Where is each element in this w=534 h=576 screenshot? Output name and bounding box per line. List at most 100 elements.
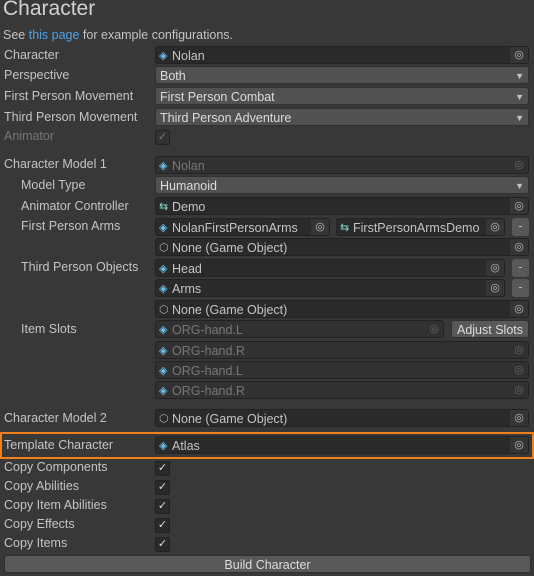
field-value: ORG-hand.L bbox=[172, 364, 243, 378]
template-character-field[interactable]: ◈ Atlas ◎ bbox=[155, 436, 529, 454]
gameobject-icon: ⬡ bbox=[159, 413, 169, 425]
character-label: Character bbox=[4, 48, 59, 62]
field-value: Demo bbox=[172, 200, 206, 214]
field-value: None (Game Object) bbox=[172, 241, 288, 255]
animator-label: Animator bbox=[4, 129, 55, 143]
dropdown-value: Third Person Adventure bbox=[160, 111, 292, 125]
field-value: None (Game Object) bbox=[172, 303, 288, 317]
field-value: Nolan bbox=[172, 159, 205, 173]
copy-abilities-checkbox[interactable]: ✓ bbox=[155, 480, 170, 495]
copy-item-abilities-label: Copy Item Abilities bbox=[4, 498, 107, 512]
fp-movement-label: First Person Movement bbox=[4, 89, 134, 103]
remove-button[interactable]: - bbox=[512, 279, 529, 297]
field-value: ORG-hand.R bbox=[172, 384, 245, 398]
anim-controller-label: Animator Controller bbox=[21, 199, 129, 213]
remove-button[interactable]: - bbox=[512, 259, 529, 277]
object-picker-icon[interactable]: ◎ bbox=[510, 437, 528, 453]
gameobject-icon: ⬡ bbox=[159, 304, 169, 316]
field-value: Head bbox=[172, 262, 202, 276]
help-suffix: for example configurations. bbox=[79, 28, 234, 42]
prefab-icon: ◈ bbox=[159, 222, 168, 234]
prefab-icon: ◈ bbox=[159, 263, 168, 275]
gameobject-icon: ⬡ bbox=[159, 242, 169, 254]
field-value: Atlas bbox=[172, 439, 200, 453]
tp-object-field[interactable]: ◈ Head ◎ bbox=[155, 259, 505, 277]
prefab-icon: ◈ bbox=[159, 324, 168, 336]
model-type-dropdown[interactable]: Humanoid ▼ bbox=[155, 176, 529, 194]
docs-link[interactable]: this page bbox=[29, 28, 80, 42]
remove-button[interactable]: - bbox=[512, 218, 529, 236]
model2-field[interactable]: ⬡ None (Game Object) ◎ bbox=[155, 409, 529, 427]
item-slot-field: ◈ ORG-hand.L ◎ bbox=[155, 361, 529, 379]
fp-movement-dropdown[interactable]: First Person Combat ▼ bbox=[155, 87, 529, 105]
animator-controller-icon: ⇆ bbox=[159, 201, 169, 213]
object-picker-icon[interactable]: ◎ bbox=[510, 410, 528, 426]
fp-arms-controller-field[interactable]: ⇆ FirstPersonArmsDemo ◎ bbox=[336, 218, 505, 236]
copy-items-checkbox[interactable]: ✓ bbox=[155, 537, 170, 552]
copy-effects-label: Copy Effects bbox=[4, 517, 75, 531]
chevron-down-icon: ▼ bbox=[515, 71, 524, 81]
object-picker-icon[interactable]: ◎ bbox=[486, 219, 504, 235]
copy-abilities-label: Copy Abilities bbox=[4, 479, 80, 493]
object-picker-icon[interactable]: ◎ bbox=[510, 47, 528, 63]
help-text: See this page for example configurations… bbox=[3, 28, 233, 42]
prefab-icon: ◈ bbox=[159, 283, 168, 295]
tp-objects-label: Third Person Objects bbox=[21, 260, 139, 274]
object-picker-icon[interactable]: ◎ bbox=[311, 219, 329, 235]
copy-effects-checkbox[interactable]: ✓ bbox=[155, 518, 170, 533]
tp-movement-dropdown[interactable]: Third Person Adventure ▼ bbox=[155, 108, 529, 126]
object-picker-icon[interactable]: ◎ bbox=[486, 280, 504, 296]
copy-components-checkbox[interactable]: ✓ bbox=[155, 461, 170, 476]
field-value: Arms bbox=[172, 282, 202, 296]
fp-arms-label: First Person Arms bbox=[21, 219, 121, 233]
chevron-down-icon: ▼ bbox=[515, 92, 524, 102]
object-picker-icon: ◎ bbox=[514, 384, 524, 396]
prefab-icon: ◈ bbox=[159, 50, 168, 62]
object-picker-icon[interactable]: ◎ bbox=[510, 198, 528, 214]
item-slot-field: ◈ ORG-hand.L ◎ bbox=[155, 320, 444, 338]
prefab-icon: ◈ bbox=[159, 365, 168, 377]
field-value: ORG-hand.R bbox=[172, 344, 245, 358]
dropdown-value: Humanoid bbox=[160, 179, 217, 193]
object-picker-icon[interactable]: ◎ bbox=[510, 301, 528, 317]
adjust-slots-button[interactable]: Adjust Slots bbox=[451, 320, 529, 338]
model1-label: Character Model 1 bbox=[4, 157, 107, 171]
prefab-icon: ◈ bbox=[159, 440, 168, 452]
object-picker-icon[interactable]: ◎ bbox=[510, 239, 528, 255]
dropdown-value: First Person Combat bbox=[160, 90, 275, 104]
tp-object-field[interactable]: ◈ Arms ◎ bbox=[155, 279, 505, 297]
model-type-label: Model Type bbox=[21, 178, 86, 192]
item-slot-field: ◈ ORG-hand.R ◎ bbox=[155, 381, 529, 399]
fp-arms-none-field[interactable]: ⬡ None (Game Object) ◎ bbox=[155, 238, 529, 256]
prefab-icon: ◈ bbox=[159, 160, 168, 172]
model2-label: Character Model 2 bbox=[4, 411, 107, 425]
copy-item-abilities-checkbox[interactable]: ✓ bbox=[155, 499, 170, 514]
template-label: Template Character bbox=[4, 438, 114, 452]
page-title: Character bbox=[3, 0, 96, 20]
anim-controller-field[interactable]: ⇆ Demo ◎ bbox=[155, 197, 529, 215]
build-character-button[interactable]: Build Character bbox=[4, 555, 531, 573]
help-prefix: See bbox=[3, 28, 29, 42]
object-picker-icon: ◎ bbox=[429, 323, 439, 335]
prefab-icon: ◈ bbox=[159, 345, 168, 357]
item-slots-label: Item Slots bbox=[21, 322, 77, 336]
item-slot-field: ◈ ORG-hand.R ◎ bbox=[155, 341, 529, 359]
prefab-icon: ◈ bbox=[159, 385, 168, 397]
perspective-dropdown[interactable]: Both ▼ bbox=[155, 66, 529, 84]
object-picker-icon: ◎ bbox=[514, 364, 524, 376]
fp-arms-field[interactable]: ◈ NolanFirstPersonArms ◎ bbox=[155, 218, 330, 236]
copy-components-label: Copy Components bbox=[4, 460, 108, 474]
tp-object-none-field[interactable]: ⬡ None (Game Object) ◎ bbox=[155, 300, 529, 318]
model1-field: ◈ Nolan ◎ bbox=[155, 156, 529, 174]
animator-controller-icon: ⇆ bbox=[340, 222, 350, 234]
tp-movement-label: Third Person Movement bbox=[4, 110, 138, 124]
object-picker-icon: ◎ bbox=[514, 159, 524, 171]
animator-checkbox: ✓ bbox=[155, 130, 170, 145]
dropdown-value: Both bbox=[160, 69, 186, 83]
field-value: Nolan bbox=[172, 49, 205, 63]
field-value: NolanFirstPersonArms bbox=[172, 221, 298, 235]
character-field[interactable]: ◈ Nolan ◎ bbox=[155, 46, 529, 64]
chevron-down-icon: ▼ bbox=[515, 181, 524, 191]
object-picker-icon[interactable]: ◎ bbox=[486, 260, 504, 276]
chevron-down-icon: ▼ bbox=[515, 113, 524, 123]
